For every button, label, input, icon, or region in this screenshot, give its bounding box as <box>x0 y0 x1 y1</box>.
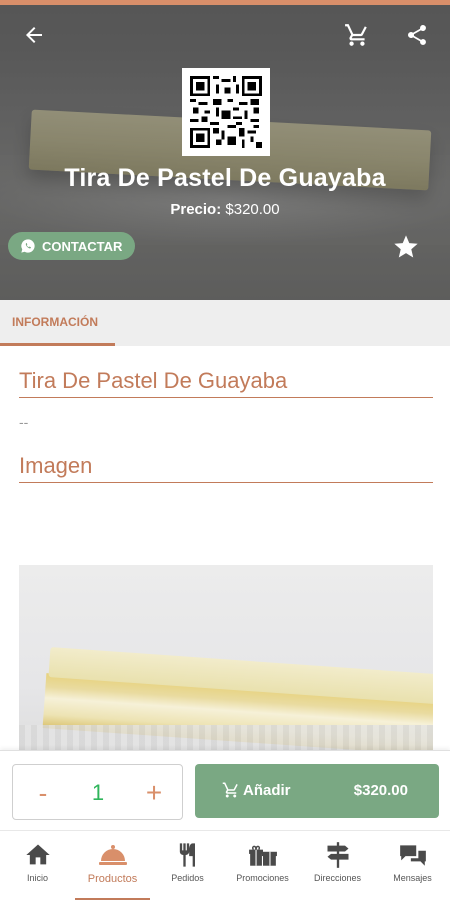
top-toolbar <box>0 5 450 55</box>
info-description: -- <box>19 414 29 430</box>
utensils-icon <box>150 841 225 871</box>
nav-label-mensajes: Mensajes <box>393 873 432 883</box>
nav-label-direcciones: Direcciones <box>313 873 362 883</box>
product-image <box>19 565 433 765</box>
nav-item-promociones[interactable]: Promociones <box>225 831 300 900</box>
qr-code <box>182 68 270 156</box>
bottom-navigation: Inicio Productos Pedidos Promociones Dir… <box>0 830 450 900</box>
quantity-stepper: - 1 + <box>12 764 183 820</box>
nav-item-pedidos[interactable]: Pedidos <box>150 831 225 900</box>
product-price: Precio: $320.00 <box>0 201 450 218</box>
product-title: Tira De Pastel De Guayaba <box>64 164 386 192</box>
home-icon <box>0 841 75 871</box>
nav-label-inicio: Inicio <box>26 873 48 883</box>
info-product-name: Tira De Pastel De Guayaba <box>19 368 433 398</box>
cart-icon <box>222 781 240 799</box>
nav-item-mensajes[interactable]: Mensajes <box>375 831 450 900</box>
quantity-value[interactable]: 1 <box>73 773 123 813</box>
cloche-icon <box>75 841 150 871</box>
nav-item-productos[interactable]: Productos <box>75 831 150 900</box>
price-value: $320.00 <box>225 201 280 218</box>
gifts-icon <box>225 841 300 871</box>
cart-icon[interactable] <box>339 17 375 53</box>
tab-bar: INFORMACIÓN <box>0 300 450 346</box>
add-button-label: Añadir <box>243 782 291 799</box>
whatsapp-icon <box>20 238 36 254</box>
arrow-left-icon[interactable] <box>16 17 52 53</box>
add-to-cart-button[interactable]: Añadir $320.00 <box>195 764 439 818</box>
price-label: Precio: <box>170 201 222 218</box>
add-to-cart-bar: - 1 + Añadir $320.00 <box>0 750 450 830</box>
nav-label-pedidos: Pedidos <box>171 873 204 883</box>
share-icon[interactable] <box>399 17 435 53</box>
signpost-icon <box>300 841 375 871</box>
nav-label-productos: Productos <box>87 873 138 885</box>
tab-informacion[interactable]: INFORMACIÓN <box>0 300 115 346</box>
image-section-heading: Imagen <box>19 453 433 483</box>
nav-label-promociones: Promociones <box>236 873 289 883</box>
increase-quantity-button[interactable]: + <box>135 773 173 813</box>
star-icon[interactable] <box>388 229 424 265</box>
chat-bubbles-icon <box>375 841 450 871</box>
add-button-price: $320.00 <box>353 782 408 799</box>
nav-item-direcciones[interactable]: Direcciones <box>300 831 375 900</box>
nav-item-inicio[interactable]: Inicio <box>0 831 75 900</box>
decrease-quantity-button[interactable]: - <box>25 773 61 813</box>
contact-label: CONTACTAR <box>42 238 123 254</box>
contact-button[interactable]: CONTACTAR <box>8 232 135 260</box>
